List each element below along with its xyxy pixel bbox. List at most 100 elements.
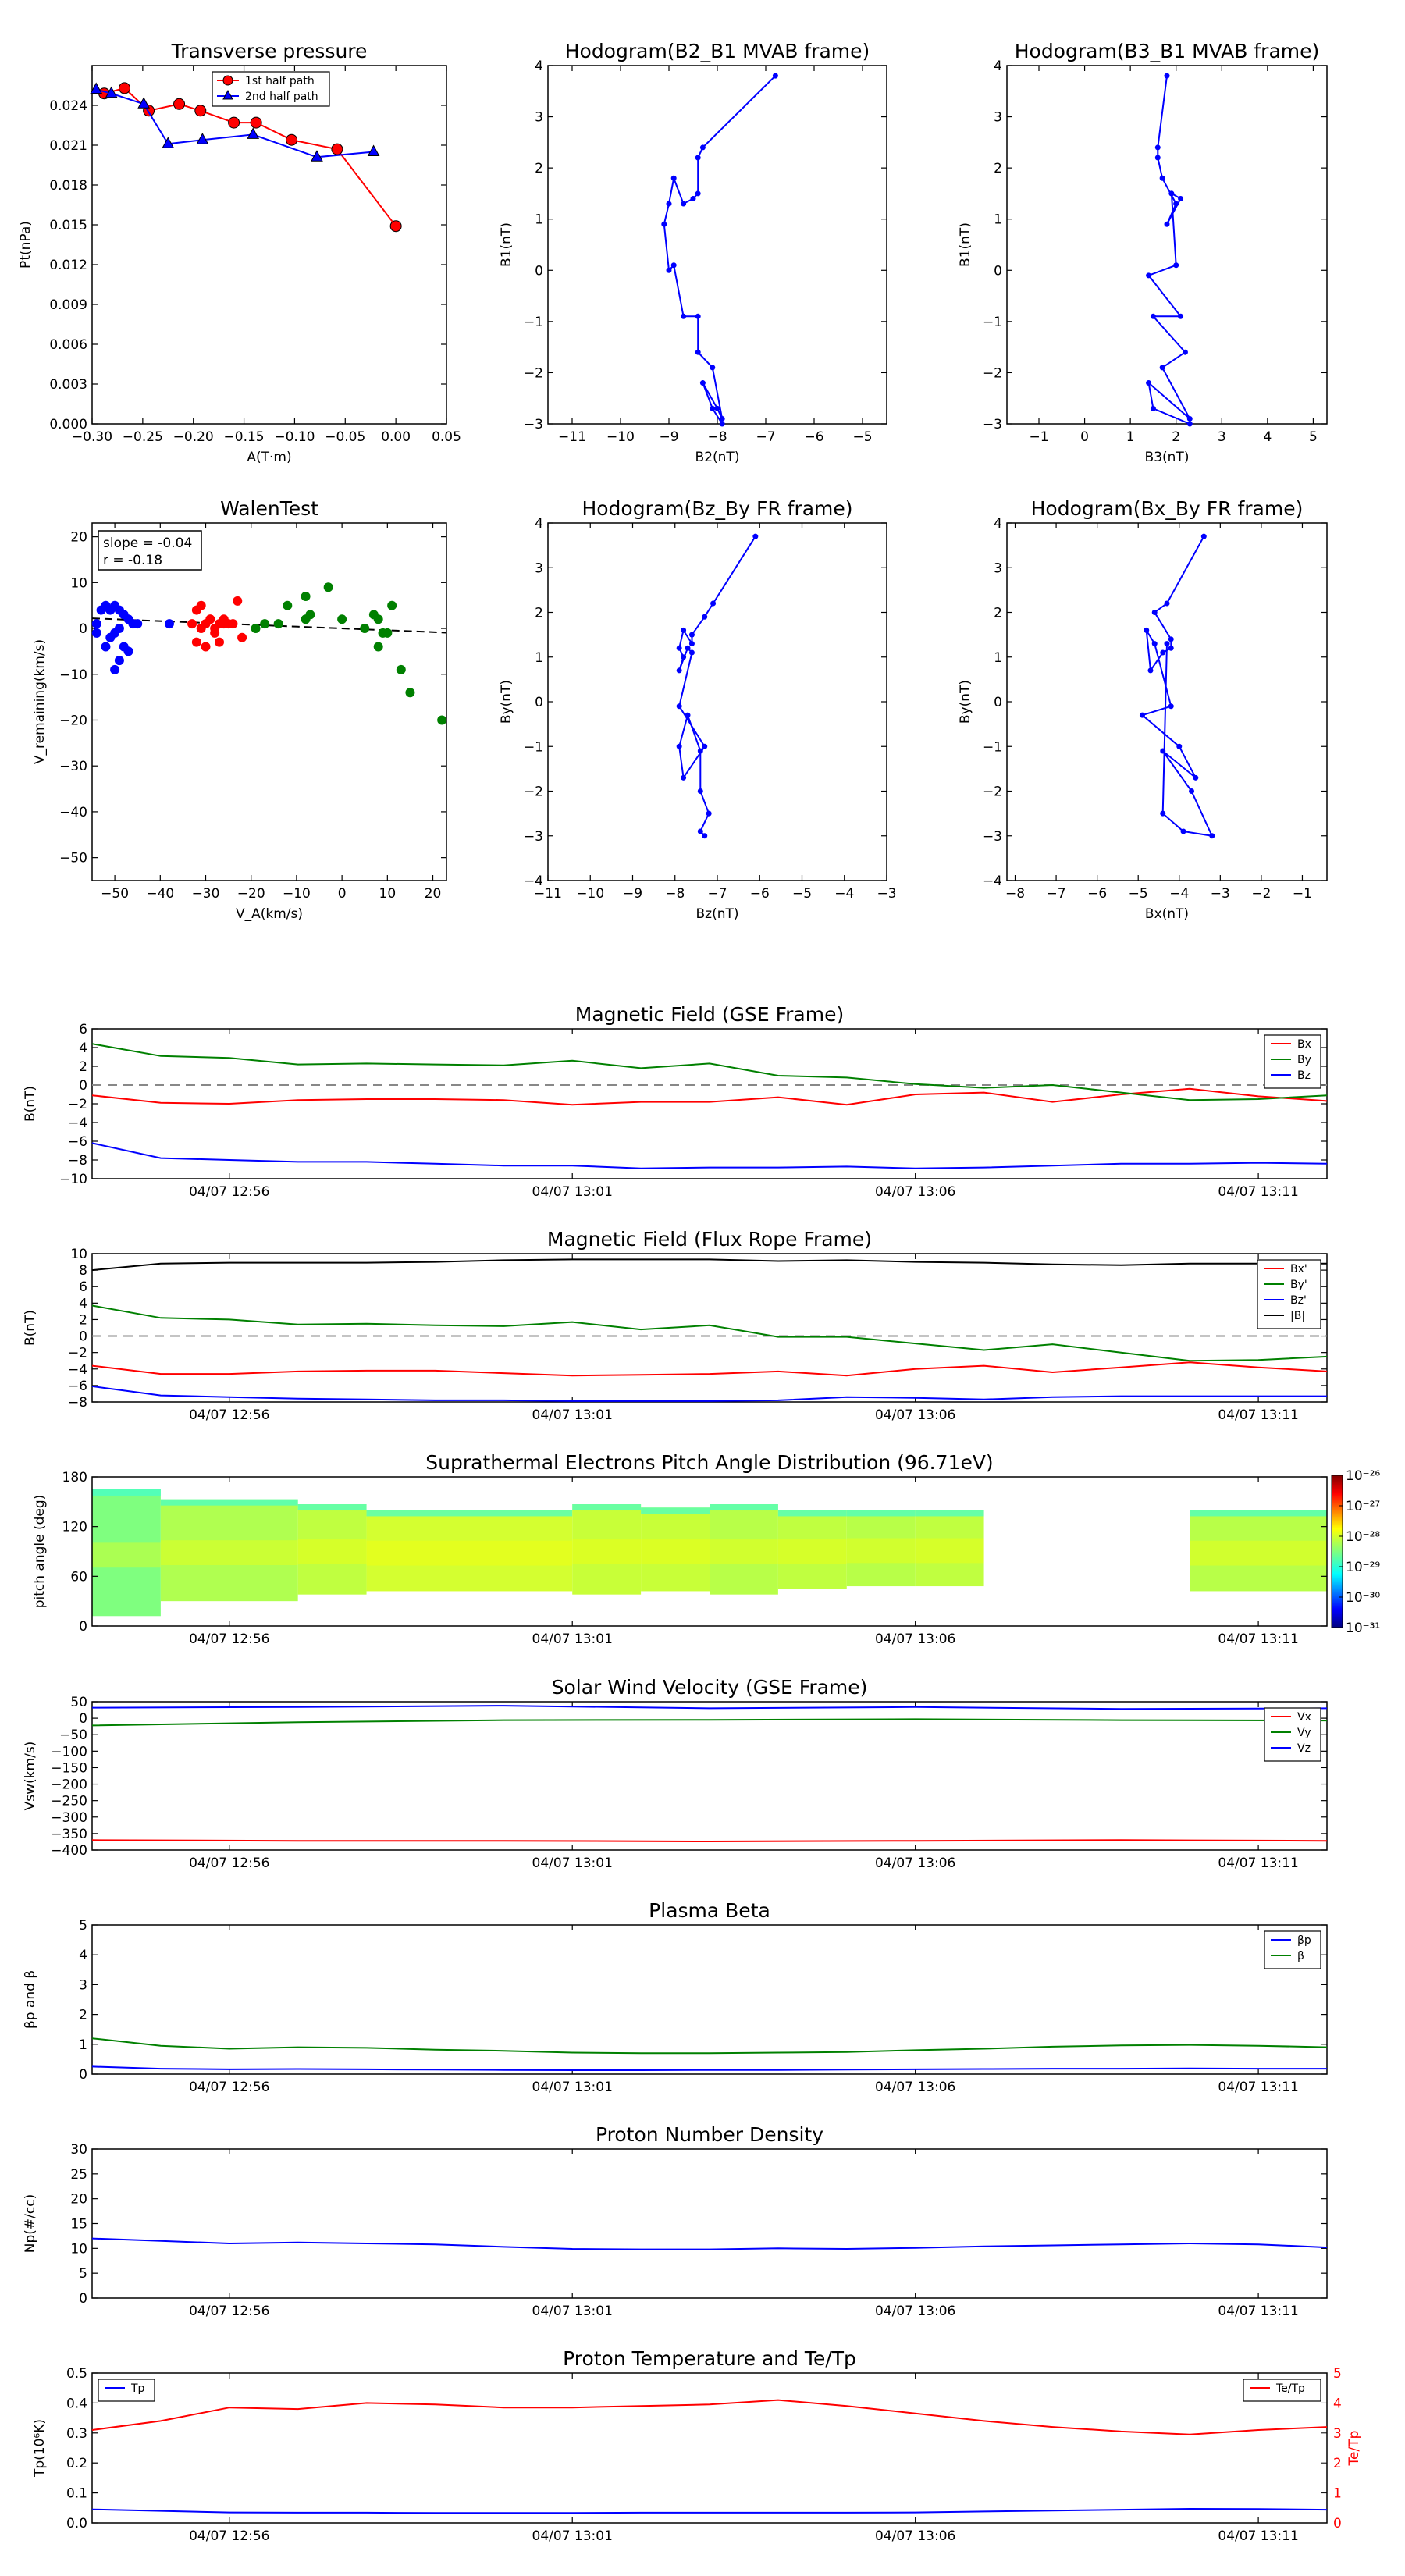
data-point <box>360 624 370 634</box>
y-tick-label: 0 <box>994 263 1002 279</box>
data-point <box>396 664 406 674</box>
x-tick-label: −10 <box>283 886 311 902</box>
x-tick-label: 04/07 13:06 <box>875 1184 955 1200</box>
heatmap-cell <box>297 1539 367 1564</box>
data-point <box>681 654 687 660</box>
y-tick-label: 2 <box>535 161 543 176</box>
series-line <box>91 2507 1328 2514</box>
legend-label: Bz' <box>1290 1294 1307 1307</box>
data-point <box>405 688 415 698</box>
y-tick-label: 2 <box>994 161 1002 176</box>
data-point <box>219 619 229 629</box>
data-point <box>699 144 706 151</box>
x-tick-label: 04/07 12:56 <box>189 2528 269 2544</box>
data-point <box>695 155 701 161</box>
x-tick-label: −0.30 <box>72 429 112 445</box>
y-tick-label: 6 <box>79 1022 87 1037</box>
x-tick-label: 04/07 13:11 <box>1218 1407 1298 1423</box>
data-point <box>706 810 712 817</box>
data-point <box>233 596 243 606</box>
chart-proton-temperature: Proton Temperature and Te/Tp 0.0 0.1 0.2 0.3… <box>32 2347 1362 2544</box>
data-point <box>676 645 682 651</box>
x-tick-label: −11 <box>558 429 586 445</box>
data-point <box>251 624 261 634</box>
y-tick-label: 3 <box>994 560 1002 576</box>
y-tick-label: 0.021 <box>49 138 87 154</box>
heatmap-cell <box>160 1540 298 1566</box>
heatmap-cell <box>366 1510 573 1517</box>
chart-walen-test: WalenTest −50 −40 −30 −20 −10 0 10 20 −50 −40 −30 −2… <box>32 497 447 922</box>
x-tick-label: −6 <box>804 429 823 445</box>
x-tick-label: 04/07 13:06 <box>875 1856 955 1871</box>
x-tick-label: −1 <box>1293 886 1312 902</box>
legend-label: Vx <box>1297 1711 1311 1724</box>
x-tick-label: −40 <box>146 886 174 902</box>
data-point <box>1146 380 1152 386</box>
data-point <box>1154 144 1161 151</box>
chart-title: Magnetic Field (Flux Rope Frame) <box>547 1228 872 1251</box>
heatmap-cell <box>1190 1510 1327 1517</box>
data-point <box>702 833 708 839</box>
y-tick-label: 2 <box>535 606 543 621</box>
data-point <box>666 267 672 273</box>
x-tick-label: 04/07 13:06 <box>875 1631 955 1647</box>
data-point <box>1209 833 1215 839</box>
plot-frame <box>91 522 447 881</box>
data-point <box>685 712 691 718</box>
y-tick-label: 2 <box>79 2008 87 2023</box>
data-point <box>247 127 260 139</box>
y-tick-label: 10 <box>70 575 87 591</box>
x-tick-label: 04/07 12:56 <box>189 1631 269 1647</box>
data-point <box>1186 421 1193 427</box>
data-point <box>695 313 701 319</box>
x-axis-label: A(T·m) <box>247 450 291 465</box>
data-point <box>1168 636 1174 642</box>
y-tick-label: −250 <box>51 1794 87 1809</box>
series-line <box>91 2399 1328 2435</box>
heatmap-cell <box>710 1539 778 1564</box>
data-point <box>1151 641 1158 647</box>
data-point <box>670 175 677 181</box>
y-tick-label: 4 <box>994 59 1002 74</box>
x-tick-label: 2 <box>1172 429 1180 445</box>
data-point <box>681 313 687 319</box>
chart-pitch-angle-distribution: Suprathermal Electrons Pitch Angle Distr… <box>32 1451 1380 1647</box>
y-tick-label: 0.009 <box>49 297 87 313</box>
data-point <box>697 788 703 794</box>
series-line <box>91 1142 1328 1169</box>
data-point <box>214 637 224 647</box>
legend-box <box>1257 1259 1321 1329</box>
y-tick-label: −150 <box>51 1760 87 1776</box>
x-tick-label: 4 <box>1263 429 1272 445</box>
data-point <box>714 405 720 411</box>
y-right-tick-label: 1 <box>1333 2486 1342 2502</box>
x-tick-label: −4 <box>834 886 854 902</box>
data-point <box>702 614 708 620</box>
data-point <box>1160 748 1166 754</box>
chart-plasma-beta: Plasma Beta 0 1 2 3 4 5 04/07 12:56 04/07 13:01 0… <box>23 1899 1328 2095</box>
data-point <box>1180 828 1186 834</box>
y-tick-label: 3 <box>994 110 1002 126</box>
y-tick-label: 4 <box>535 59 543 74</box>
y-right-axis-label: Te/Tp <box>1346 2431 1362 2467</box>
data-point <box>273 619 283 629</box>
data-point <box>191 637 201 647</box>
legend-label: Bx' <box>1290 1263 1307 1276</box>
x-tick-label: 04/07 12:56 <box>189 2304 269 2319</box>
series-line <box>91 2065 1327 2071</box>
data-point <box>710 600 717 607</box>
data-point <box>382 628 393 638</box>
x-tick-label: −7 <box>707 886 727 902</box>
data-point <box>301 591 311 601</box>
data-point <box>228 619 238 629</box>
y-axis-label: B1(nT) <box>499 222 514 267</box>
chart-title: Proton Number Density <box>596 2123 823 2146</box>
heatmap-cell <box>92 1489 161 1496</box>
y-tick-label: −350 <box>51 1827 87 1842</box>
x-tick-label: 04/07 13:06 <box>875 2080 955 2095</box>
y-tick-label: −10 <box>59 667 87 683</box>
y-tick-label: −3 <box>524 829 543 845</box>
x-tick-label: −30 <box>192 886 220 902</box>
y-tick-label: 30 <box>70 2142 87 2158</box>
chart-transverse-pressure: Transverse pressure0.0000.0030.0060.0090… <box>18 40 461 465</box>
